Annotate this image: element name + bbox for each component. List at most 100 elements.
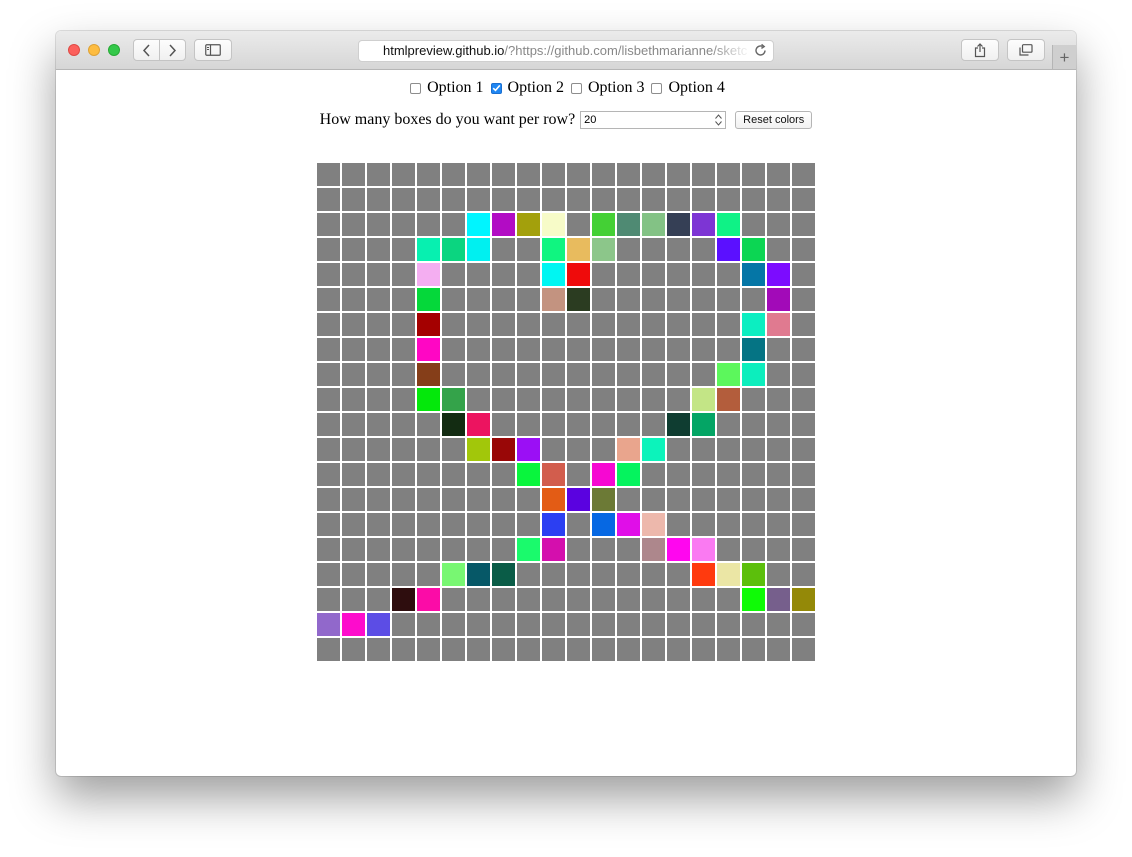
grid-cell[interactable] [591, 212, 616, 237]
grid-cell[interactable] [741, 512, 766, 537]
grid-cell[interactable] [441, 512, 466, 537]
grid-cell[interactable] [391, 262, 416, 287]
grid-cell[interactable] [391, 612, 416, 637]
grid-cell[interactable] [391, 462, 416, 487]
grid-cell[interactable] [366, 287, 391, 312]
grid-cell[interactable] [566, 437, 591, 462]
grid-cell[interactable] [741, 612, 766, 637]
grid-cell[interactable] [666, 287, 691, 312]
grid-cell[interactable] [441, 387, 466, 412]
grid-cell[interactable] [741, 537, 766, 562]
grid-cell[interactable] [691, 237, 716, 262]
grid-cell[interactable] [441, 212, 466, 237]
grid-cell[interactable] [766, 187, 791, 212]
grid-cell[interactable] [641, 162, 666, 187]
grid-cell[interactable] [666, 187, 691, 212]
forward-button[interactable] [159, 39, 186, 61]
grid-cell[interactable] [416, 637, 441, 662]
grid-cell[interactable] [341, 612, 366, 637]
grid-cell[interactable] [666, 437, 691, 462]
address-bar[interactable]: htmlpreview.github.io/?https://github.co… [358, 40, 774, 62]
grid-cell[interactable] [441, 562, 466, 587]
grid-cell[interactable] [316, 537, 341, 562]
grid-cell[interactable] [466, 362, 491, 387]
grid-cell[interactable] [616, 412, 641, 437]
grid-cell[interactable] [416, 537, 441, 562]
grid-cell[interactable] [766, 312, 791, 337]
grid-cell[interactable] [666, 337, 691, 362]
grid-cell[interactable] [541, 212, 566, 237]
grid-cell[interactable] [491, 187, 516, 212]
grid-cell[interactable] [591, 537, 616, 562]
grid-cell[interactable] [541, 187, 566, 212]
grid-cell[interactable] [516, 262, 541, 287]
reset-colors-button[interactable]: Reset colors [735, 111, 813, 129]
grid-cell[interactable] [591, 587, 616, 612]
grid-cell[interactable] [641, 387, 666, 412]
grid-cell[interactable] [366, 262, 391, 287]
grid-cell[interactable] [691, 212, 716, 237]
grid-cell[interactable] [441, 262, 466, 287]
grid-cell[interactable] [666, 612, 691, 637]
grid-cell[interactable] [766, 462, 791, 487]
grid-cell[interactable] [491, 337, 516, 362]
grid-cell[interactable] [441, 437, 466, 462]
grid-cell[interactable] [341, 387, 366, 412]
grid-cell[interactable] [416, 462, 441, 487]
grid-cell[interactable] [491, 487, 516, 512]
grid-cell[interactable] [416, 512, 441, 537]
grid-cell[interactable] [541, 237, 566, 262]
grid-cell[interactable] [341, 162, 366, 187]
grid-cell[interactable] [666, 162, 691, 187]
grid-cell[interactable] [516, 537, 541, 562]
grid-cell[interactable] [716, 312, 741, 337]
grid-cell[interactable] [391, 162, 416, 187]
grid-cell[interactable] [516, 437, 541, 462]
grid-cell[interactable] [616, 487, 641, 512]
grid-cell[interactable] [366, 487, 391, 512]
grid-cell[interactable] [516, 637, 541, 662]
grid-cell[interactable] [616, 312, 641, 337]
grid-cell[interactable] [791, 162, 816, 187]
grid-cell[interactable] [441, 312, 466, 337]
grid-cell[interactable] [366, 512, 391, 537]
grid-cell[interactable] [416, 412, 441, 437]
grid-cell[interactable] [791, 612, 816, 637]
grid-cell[interactable] [766, 212, 791, 237]
grid-cell[interactable] [341, 262, 366, 287]
grid-cell[interactable] [666, 362, 691, 387]
grid-cell[interactable] [766, 412, 791, 437]
grid-cell[interactable] [716, 587, 741, 612]
grid-cell[interactable] [491, 387, 516, 412]
grid-cell[interactable] [591, 612, 616, 637]
grid-cell[interactable] [466, 462, 491, 487]
grid-cell[interactable] [341, 212, 366, 237]
grid-cell[interactable] [691, 612, 716, 637]
grid-cell[interactable] [391, 337, 416, 362]
grid-cell[interactable] [741, 462, 766, 487]
grid-cell[interactable] [791, 487, 816, 512]
grid-cell[interactable] [341, 237, 366, 262]
grid-cell[interactable] [466, 162, 491, 187]
grid-cell[interactable] [516, 412, 541, 437]
grid-cell[interactable] [441, 487, 466, 512]
grid-cell[interactable] [691, 337, 716, 362]
grid-cell[interactable] [741, 362, 766, 387]
grid-cell[interactable] [741, 312, 766, 337]
grid-cell[interactable] [741, 562, 766, 587]
grid-cell[interactable] [516, 512, 541, 537]
grid-cell[interactable] [516, 462, 541, 487]
grid-cell[interactable] [316, 612, 341, 637]
grid-cell[interactable] [716, 337, 741, 362]
grid-cell[interactable] [466, 212, 491, 237]
grid-cell[interactable] [441, 337, 466, 362]
grid-cell[interactable] [491, 612, 516, 637]
grid-cell[interactable] [541, 562, 566, 587]
grid-cell[interactable] [391, 312, 416, 337]
grid-cell[interactable] [766, 337, 791, 362]
grid-cell[interactable] [366, 162, 391, 187]
grid-cell[interactable] [641, 412, 666, 437]
grid-cell[interactable] [466, 312, 491, 337]
grid-cell[interactable] [541, 412, 566, 437]
grid-cell[interactable] [441, 612, 466, 637]
